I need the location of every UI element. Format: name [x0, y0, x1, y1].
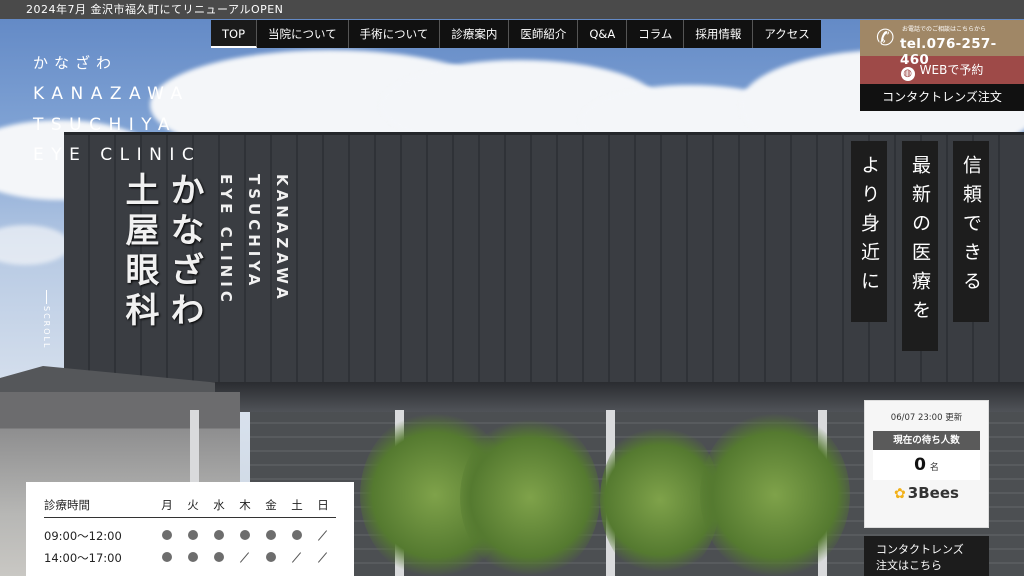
wait-count: 0: [914, 455, 926, 475]
bee-icon: ✿: [894, 486, 906, 502]
hours-cell: [232, 529, 258, 543]
wait-widget[interactable]: 06/07 23:00 更新 現在の待ち人数 0名 ✿ 3Bees: [864, 400, 989, 528]
hours-header-label: 診療時間: [44, 497, 90, 512]
globe-icon: ◍: [900, 67, 915, 81]
tree: [700, 410, 850, 576]
hours-cell: [206, 551, 232, 565]
catch-copy-2: 最新の医療を: [902, 141, 938, 351]
hours-cell: [154, 529, 180, 543]
catch-copy-1: 信頼できる: [953, 141, 989, 322]
wait-unit: 名: [929, 463, 939, 473]
hours-table: 診療時間 月 火 水 木 金 土 日 09:00〜12:00 14:00〜17:…: [26, 482, 354, 576]
day-tue: 火: [187, 497, 199, 512]
logo-kana: かなざわ: [33, 54, 118, 72]
tel-number: tel.076-257-460: [900, 36, 997, 68]
sign-en-line1: KANAZAWA: [273, 174, 291, 303]
closed-slash-icon: [318, 552, 328, 562]
lens-cta-line1: コンタクトレンズ: [876, 543, 964, 556]
open-dot-icon: [266, 552, 276, 562]
day-mon: 月: [161, 497, 173, 512]
cloud: [0, 225, 70, 265]
hours-cell: [180, 551, 206, 565]
day-sat: 土: [291, 497, 303, 512]
nav-column[interactable]: コラム: [627, 20, 685, 48]
hours-time: 14:00〜17:00: [44, 551, 122, 565]
wait-updated: 06/07 23:00 更新: [890, 413, 963, 423]
nav-top[interactable]: TOP: [211, 20, 258, 48]
day-wed: 水: [213, 497, 225, 512]
lens-cta-line2: 注文はこちら: [876, 559, 942, 572]
day-fri: 金: [265, 497, 277, 512]
closed-slash-icon: [318, 530, 328, 540]
scroll-line: [46, 290, 47, 304]
phone-icon: ✆: [876, 26, 895, 51]
tree: [460, 415, 600, 576]
sign-en-line3: EYE CLINIC: [217, 174, 235, 306]
logo-en-line1: KANAZAWA: [33, 84, 190, 104]
open-dot-icon: [292, 530, 302, 540]
hours-header-row: 診療時間 月 火 水 木 金 土 日: [44, 492, 336, 518]
tel-button[interactable]: ✆ お電話でのご相談はこちらから tel.076-257-460: [860, 20, 1024, 68]
notice-text: 2024年7月 金沢市福久町にてリニューアルOPEN: [26, 3, 284, 16]
nav-access[interactable]: アクセス: [753, 20, 820, 48]
hours-cell: [310, 529, 336, 543]
hours-row-afternoon: 14:00〜17:00: [44, 547, 336, 569]
hours-cell: [284, 551, 310, 565]
nav-about[interactable]: 当院について: [257, 20, 349, 48]
nav-surgery[interactable]: 手術について: [349, 20, 441, 48]
catch-copy-3: より身近に: [851, 141, 887, 322]
contact-lens-order-button[interactable]: コンタクトレンズ注文: [860, 84, 1024, 111]
nav-recruit[interactable]: 採用情報: [684, 20, 754, 48]
hours-row-morning: 09:00〜12:00: [44, 525, 336, 547]
logo-en-line2: TSUCHIYA: [33, 115, 177, 135]
hours-cell: [154, 551, 180, 565]
bees-brand: 3Bees: [907, 484, 959, 502]
open-dot-icon: [162, 552, 172, 562]
open-dot-icon: [188, 552, 198, 562]
hours-cell: [180, 529, 206, 543]
hours-cell: [206, 529, 232, 543]
sign-jp-kana: かなざわ: [164, 172, 204, 332]
hours-cell: [232, 551, 258, 565]
wait-count-box: 0名: [873, 450, 980, 480]
hours-cell: [258, 551, 284, 565]
bees-logo: ✿ 3Bees: [865, 484, 988, 502]
global-nav: TOP 当院について 手術について 診療案内 医師紹介 Q&A コラム 採用情報…: [211, 20, 821, 48]
open-dot-icon: [266, 530, 276, 540]
nav-treatment[interactable]: 診療案内: [440, 20, 510, 48]
hours-cell: [258, 529, 284, 543]
open-dot-icon: [162, 530, 172, 540]
nav-qa[interactable]: Q&A: [578, 20, 628, 48]
closed-slash-icon: [240, 552, 250, 562]
day-sun: 日: [317, 497, 329, 512]
contact-box: ✆ お電話でのご相談はこちらから tel.076-257-460 ◍ WEBで予約…: [860, 20, 1024, 111]
scroll-indicator[interactable]: SCROLL: [42, 306, 51, 349]
wait-label: 現在の待ち人数: [873, 431, 980, 450]
logo-en-line3: EYE CLINIC: [33, 145, 202, 165]
hours-cell: [310, 551, 336, 565]
contact-lens-label: コンタクトレンズ注文: [882, 90, 1002, 104]
hours-cell: [284, 529, 310, 543]
tel-caption: お電話でのご相談はこちらから: [902, 26, 987, 33]
open-dot-icon: [214, 530, 224, 540]
sign-en-line2: TSUCHIYA: [245, 174, 263, 290]
nav-doctor[interactable]: 医師紹介: [509, 20, 579, 48]
top-notice-bar: 2024年7月 金沢市福久町にてリニューアルOPEN: [0, 0, 1024, 19]
contact-lens-cta-button[interactable]: コンタクトレンズ 注文はこちら: [864, 536, 989, 576]
open-dot-icon: [240, 530, 250, 540]
closed-slash-icon: [292, 552, 302, 562]
hours-time: 09:00〜12:00: [44, 529, 122, 543]
sign-jp-name: 土屋眼科: [119, 172, 159, 332]
open-dot-icon: [188, 530, 198, 540]
day-thu: 木: [239, 497, 251, 512]
open-dot-icon: [214, 552, 224, 562]
